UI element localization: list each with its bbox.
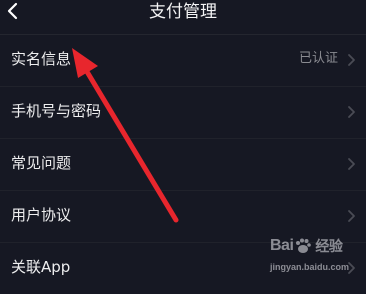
chevron-right-icon [348, 210, 355, 222]
watermark-logo: Bai 经验 [270, 236, 343, 256]
payment-management-screen: 支付管理 实名信息 已认证 手机号与密码 常见问题 用户协议 关联App Bai… [0, 0, 366, 294]
verified-status: 已认证 [298, 51, 338, 66]
watermark-brand-left: Bai [270, 237, 294, 254]
list-item-real-name-info[interactable]: 实名信息 已认证 [0, 35, 366, 87]
list-item-label: 常见问题 [11, 154, 72, 172]
watermark-url: jingyan.baidu.com [270, 262, 350, 272]
top-bar: 支付管理 [0, 0, 366, 28]
baidu-jingyan-watermark: Bai 经验 jingyan.baidu.com [270, 234, 362, 288]
watermark-brand-right: 经验 [315, 238, 343, 254]
list-item-label: 用户协议 [11, 206, 72, 224]
list-item-faq[interactable]: 常见问题 [0, 139, 366, 191]
chevron-right-icon [348, 54, 355, 66]
list-item-label: 手机号与密码 [11, 102, 102, 120]
list-item-phone-and-password[interactable]: 手机号与密码 [0, 87, 366, 139]
list-item-label: 关联App [11, 258, 71, 276]
page-title: 支付管理 [149, 2, 217, 22]
paw-icon [296, 238, 312, 253]
list-item-label: 实名信息 [11, 50, 72, 68]
chevron-right-icon [348, 106, 355, 118]
chevron-right-icon [348, 158, 355, 170]
